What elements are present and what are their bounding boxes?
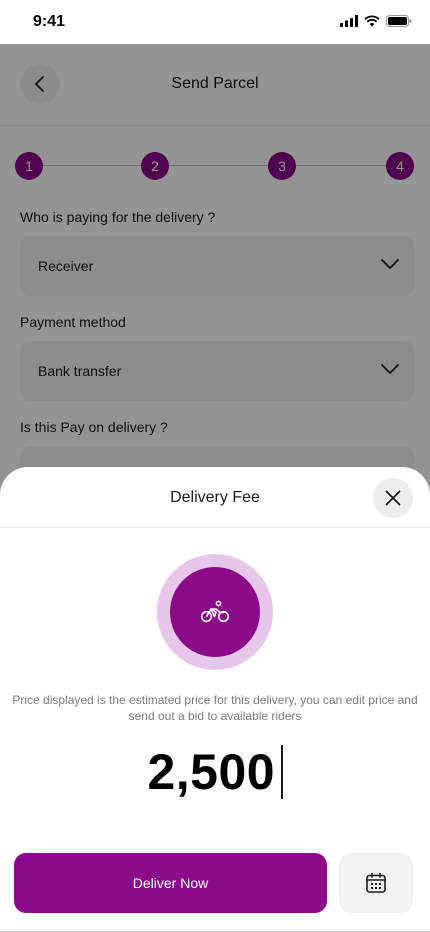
sheet-title: Delivery Fee bbox=[170, 489, 260, 506]
rider-avatar bbox=[170, 567, 260, 657]
status-time: 9:41 bbox=[33, 13, 66, 30]
bicycle-icon bbox=[200, 600, 230, 623]
signal-icon bbox=[340, 15, 358, 27]
status-icons bbox=[340, 15, 412, 27]
schedule-button[interactable] bbox=[339, 853, 413, 913]
calendar-icon bbox=[366, 872, 386, 893]
wifi-icon bbox=[364, 15, 380, 27]
sheet-header: Delivery Fee bbox=[0, 467, 430, 528]
close-icon bbox=[385, 490, 401, 506]
text-cursor bbox=[281, 745, 283, 799]
rider-avatar-ring bbox=[157, 554, 273, 670]
delivery-fee-sheet: Delivery Fee Price displayed is the esti… bbox=[0, 467, 430, 932]
battery-icon bbox=[386, 15, 412, 27]
status-bar: 9:41 bbox=[0, 0, 430, 44]
deliver-now-button[interactable]: Deliver Now bbox=[14, 853, 327, 913]
price-info-text: Price displayed is the estimated price f… bbox=[12, 693, 418, 723]
close-button[interactable] bbox=[373, 478, 413, 518]
price-input[interactable]: 2,500 bbox=[0, 743, 430, 801]
price-value[interactable]: 2,500 bbox=[147, 743, 275, 801]
